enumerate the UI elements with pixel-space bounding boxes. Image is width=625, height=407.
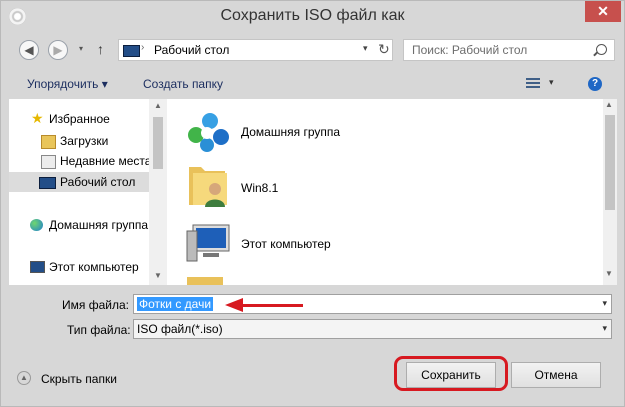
hide-folders-button[interactable]: ▲ Скрыть папки [17,371,117,386]
view-options-icon[interactable] [526,78,540,90]
chevron-down-icon[interactable]: ▾ [602,298,607,309]
back-button[interactable]: ◀ [19,40,39,60]
filetype-label: Тип файла: [67,323,131,337]
homegroup-icon [188,113,229,152]
new-folder-button[interactable]: Создать папку [143,77,223,91]
cancel-button[interactable]: Отмена [511,362,601,388]
partial-folder-icon [187,277,223,285]
scroll-thumb[interactable] [153,117,163,169]
recent-places-icon [41,155,56,169]
address-bar[interactable]: › Рабочий стол ▾ ↻ [118,39,393,61]
save-dialog: Сохранить ISO файл как ✕ ◀ ▶ ▾ ↑ › Рабоч… [0,0,625,407]
chevron-down-icon[interactable]: ▾ [602,323,607,334]
item-label: Домашняя группа [241,125,341,139]
list-item-user-folder[interactable]: Win8.1 [167,159,587,211]
scroll-up-icon[interactable]: ▲ [605,100,613,109]
sidebar-item-recent-places[interactable]: Недавние места [9,151,152,171]
search-placeholder: Поиск: Рабочий стол [412,43,528,57]
sidebar-item-homegroup[interactable]: Домашняя группа [9,215,149,235]
item-label: Этот компьютер [241,237,331,251]
search-input[interactable]: Поиск: Рабочий стол [403,39,615,61]
sidebar-label: Домашняя группа [49,218,149,232]
view-dropdown-icon[interactable]: ▾ [549,77,554,88]
list-item-this-pc[interactable]: Этот компьютер [167,219,587,271]
desktop-icon [39,177,56,189]
hide-folders-label: Скрыть папки [41,372,117,386]
collapse-up-icon: ▲ [17,371,31,385]
file-list-scrollbar[interactable]: ▲ ▼ [603,99,617,285]
sidebar-item-favorites[interactable]: ★ Избранное [9,109,149,129]
chevron-right-icon[interactable]: › [141,42,144,53]
user-folder-icon [189,167,227,207]
chevron-down-icon[interactable]: ▾ [363,43,368,54]
sidebar-label: Рабочий стол [60,175,136,189]
homegroup-icon [30,219,43,231]
close-button[interactable]: ✕ [585,1,621,22]
annotation-arrow-line [241,304,303,307]
scroll-up-icon[interactable]: ▲ [154,101,162,110]
sidebar-item-downloads[interactable]: Загрузки [9,131,149,151]
address-text: Рабочий стол [154,43,230,57]
dialog-title: Сохранить ISO файл как [220,7,405,24]
navigation-pane: ★ Избранное Загрузки Недавние места Рабо… [9,99,167,285]
sidebar-label: Этот компьютер [49,260,139,274]
filename-label: Имя файла: [62,298,129,312]
toolbar: Упорядочить ▾ Создать папку ▾ ? [1,70,624,98]
list-item-homegroup[interactable]: Домашняя группа [167,107,587,159]
save-form: Имя файла: Фотки с дачи ▾ Тип файла: ISO… [1,288,624,406]
up-icon[interactable]: ↑ [97,41,104,57]
sidebar-scrollbar[interactable]: ▲ ▼ [149,99,167,285]
scroll-thumb[interactable] [605,115,615,210]
sidebar-label: Загрузки [60,134,109,148]
navigation-bar: ◀ ▶ ▾ ↑ › Рабочий стол ▾ ↻ Поиск: Рабочи… [9,35,617,65]
filename-value: Фотки с дачи [137,297,214,311]
search-icon [596,44,607,55]
forward-button[interactable]: ▶ [48,40,68,60]
star-icon: ★ [31,110,44,126]
sidebar-item-desktop[interactable]: Рабочий стол [9,172,149,192]
computer-icon [30,261,45,273]
computer-icon [186,224,230,262]
desktop-icon [123,45,140,57]
filename-input[interactable]: Фотки с дачи ▾ [133,294,612,314]
sidebar-label: Недавние места [60,154,152,168]
scroll-down-icon[interactable]: ▼ [605,269,613,278]
sidebar-label: Избранное [49,112,110,126]
sidebar-item-this-pc[interactable]: Этот компьютер [9,257,149,277]
downloads-icon [41,135,56,149]
annotation-arrow-head [225,298,243,312]
title-bar: Сохранить ISO файл как ✕ [1,1,624,32]
filetype-select[interactable]: ISO файл(*.iso) ▾ [133,319,612,339]
refresh-icon[interactable]: ↻ [378,41,390,58]
help-icon[interactable]: ? [588,77,602,91]
recent-locations-icon[interactable]: ▾ [79,44,83,53]
item-label: Win8.1 [241,181,279,195]
filetype-value: ISO файл(*.iso) [137,322,223,336]
save-button[interactable]: Сохранить [406,362,496,388]
file-list: Домашняя группа Win8.1 Этот компьютер ▲ [167,99,617,285]
organize-button[interactable]: Упорядочить ▾ [27,77,108,91]
scroll-down-icon[interactable]: ▼ [154,271,162,280]
